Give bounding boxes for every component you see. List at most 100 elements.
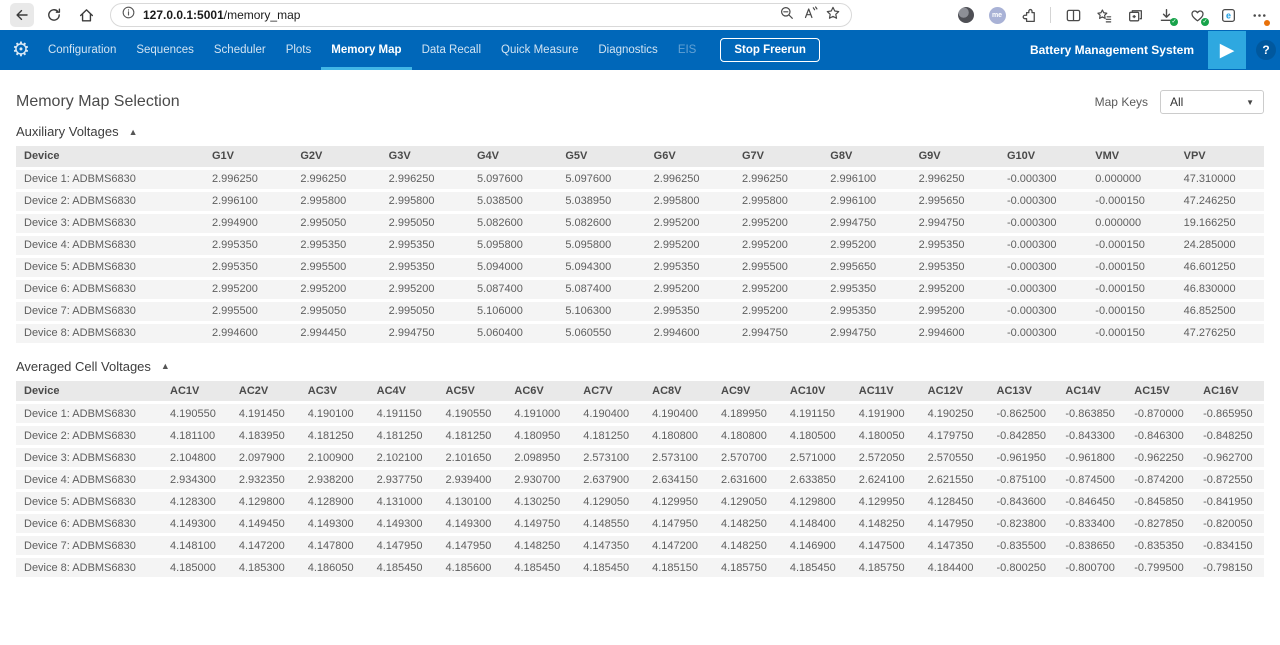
value-cell: 2.995200 [734, 278, 822, 300]
value-cell: 2.995650 [911, 190, 999, 212]
nav-item-data-recall[interactable]: Data Recall [412, 30, 491, 70]
table-row: Device 3: ADBMS68302.9949002.9950502.995… [16, 212, 1264, 234]
value-cell: 4.185450 [369, 557, 438, 579]
column-header: AC1V [162, 381, 231, 403]
extensions-puzzle-icon[interactable] [1019, 6, 1037, 24]
ie-mode-icon[interactable]: e [1219, 6, 1237, 24]
column-header: G5V [557, 146, 645, 168]
value-cell: 4.129050 [575, 491, 644, 513]
nav-item-configuration[interactable]: Configuration [38, 30, 126, 70]
extension-me-icon[interactable]: me [988, 6, 1006, 24]
collapse-icon[interactable]: ▲ [129, 127, 138, 137]
value-cell: 4.130250 [506, 491, 575, 513]
value-cell: 4.180500 [782, 425, 851, 447]
split-screen-icon[interactable] [1064, 6, 1082, 24]
value-cell: 2.994600 [911, 322, 999, 344]
value-cell: 4.185000 [162, 557, 231, 579]
value-cell: -0.838650 [1057, 535, 1126, 557]
device-cell: Device 3: ADBMS6830 [16, 212, 204, 234]
value-cell: 4.128450 [920, 491, 989, 513]
value-cell: 5.082600 [469, 212, 557, 234]
value-cell: 2.994750 [734, 322, 822, 344]
value-cell: 2.097900 [231, 447, 300, 469]
value-cell: 5.060400 [469, 322, 557, 344]
value-cell: 2.995200 [734, 300, 822, 322]
value-cell: 4.184400 [920, 557, 989, 579]
value-cell: 4.128900 [300, 491, 369, 513]
table-row: Device 5: ADBMS68302.9953502.9955002.995… [16, 256, 1264, 278]
main-content: Memory Map Selection Map Keys All ▼ Auxi… [0, 70, 1280, 580]
value-cell: -0.000150 [1087, 278, 1175, 300]
value-cell: -0.000300 [999, 168, 1087, 190]
device-cell: Device 3: ADBMS6830 [16, 447, 162, 469]
value-cell: -0.843300 [1057, 425, 1126, 447]
device-cell: Device 1: ADBMS6830 [16, 168, 204, 190]
column-header: AC9V [713, 381, 782, 403]
favorites-icon[interactable] [1095, 6, 1113, 24]
value-cell: -0.833400 [1057, 513, 1126, 535]
averaged-cell-voltages-header[interactable]: Averaged Cell Voltages ▲ [16, 359, 1264, 374]
more-menu-icon[interactable] [1250, 6, 1268, 24]
value-cell: 4.185300 [231, 557, 300, 579]
device-cell: Device 5: ADBMS6830 [16, 491, 162, 513]
value-cell: 2.995350 [204, 256, 292, 278]
table-row: Device 7: ADBMS68304.1481004.1472004.147… [16, 535, 1264, 557]
value-cell: 4.147200 [231, 535, 300, 557]
value-cell: 2.996250 [292, 168, 380, 190]
value-cell: 4.191150 [369, 403, 438, 425]
value-cell: 2.631600 [713, 469, 782, 491]
address-bar[interactable]: 127.0.0.1:5001/memory_map [110, 3, 852, 27]
favorite-star-icon[interactable] [825, 5, 841, 26]
stop-freerun-button[interactable]: Stop Freerun [720, 38, 820, 62]
value-cell: 4.146900 [782, 535, 851, 557]
value-cell: 5.094300 [557, 256, 645, 278]
settings-gear-icon[interactable]: ⚙ [12, 40, 30, 60]
nav-item-diagnostics[interactable]: Diagnostics [588, 30, 667, 70]
collections-icon[interactable] [1126, 6, 1144, 24]
column-header: AC8V [644, 381, 713, 403]
nav-item-plots[interactable]: Plots [276, 30, 322, 70]
nav-item-memory-map[interactable]: Memory Map [321, 30, 411, 70]
home-button[interactable] [74, 3, 98, 27]
value-cell: 2.102100 [369, 447, 438, 469]
nav-item-scheduler[interactable]: Scheduler [204, 30, 276, 70]
table-row: Device 5: ADBMS68304.1283004.1298004.128… [16, 491, 1264, 513]
collapse-icon[interactable]: ▲ [161, 361, 170, 371]
value-cell: 2.100900 [300, 447, 369, 469]
site-info-icon[interactable] [121, 5, 136, 25]
column-header: AC7V [575, 381, 644, 403]
value-cell: 2.994450 [292, 322, 380, 344]
help-icon[interactable]: ? [1256, 40, 1276, 60]
browser-essentials-icon[interactable]: ✓ [1188, 6, 1206, 24]
read-aloud-icon[interactable] [802, 5, 818, 26]
refresh-button[interactable] [42, 3, 66, 27]
extension-dark-icon[interactable] [957, 6, 975, 24]
value-cell: 4.191150 [782, 403, 851, 425]
back-button[interactable] [10, 3, 34, 27]
value-cell: 4.131000 [369, 491, 438, 513]
value-cell: 4.191900 [851, 403, 920, 425]
nav-item-sequences[interactable]: Sequences [126, 30, 204, 70]
column-header: G4V [469, 146, 557, 168]
value-cell: 4.129950 [644, 491, 713, 513]
brand-title: Battery Management System [1030, 43, 1194, 57]
value-cell: 4.180800 [713, 425, 782, 447]
device-cell: Device 4: ADBMS6830 [16, 469, 162, 491]
value-cell: -0.000150 [1087, 234, 1175, 256]
value-cell: 2.570700 [713, 447, 782, 469]
table-row: Device 2: ADBMS68302.9961002.9958002.995… [16, 190, 1264, 212]
url-text[interactable]: 127.0.0.1:5001/memory_map [143, 8, 772, 22]
zoom-out-icon[interactable] [779, 5, 795, 26]
downloads-icon[interactable]: ✓ [1157, 6, 1175, 24]
value-cell: 2.995800 [646, 190, 734, 212]
value-cell: 4.149300 [162, 513, 231, 535]
value-cell: 2.995200 [911, 300, 999, 322]
nav-item-quick-measure[interactable]: Quick Measure [491, 30, 588, 70]
map-keys-dropdown[interactable]: All ▼ [1160, 90, 1264, 114]
adi-logo[interactable]: ▶ [1208, 31, 1246, 69]
value-cell: 0.000000 [1087, 168, 1175, 190]
auxiliary-voltages-header[interactable]: Auxiliary Voltages ▲ [16, 124, 1264, 139]
column-header: AC11V [851, 381, 920, 403]
value-cell: -0.000150 [1087, 256, 1175, 278]
value-cell: 2.996250 [646, 168, 734, 190]
